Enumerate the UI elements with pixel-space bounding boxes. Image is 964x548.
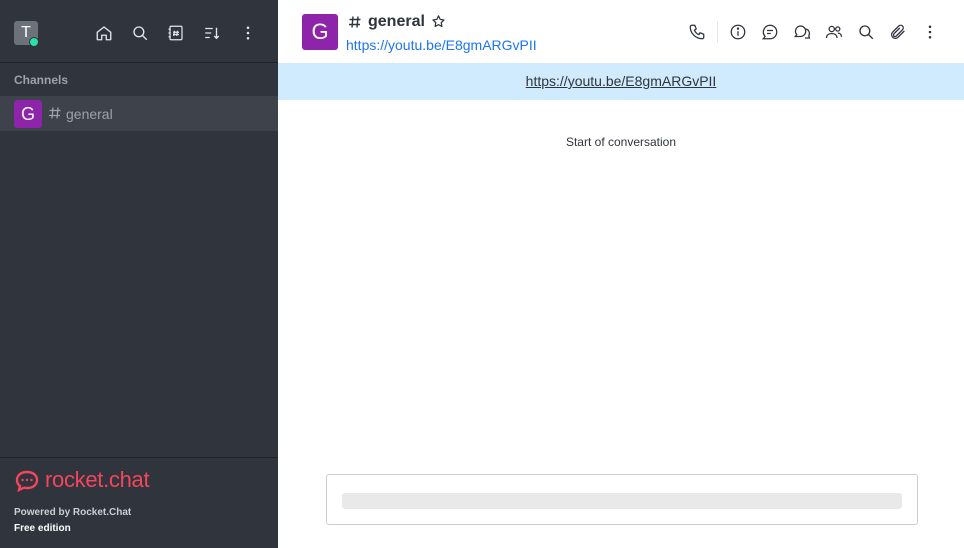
star-favorite-icon[interactable] <box>431 14 446 29</box>
composer-loading-skeleton <box>342 493 902 509</box>
call-icon[interactable] <box>688 23 706 41</box>
edition-text: Free edition <box>14 523 71 534</box>
members-icon[interactable] <box>825 23 843 41</box>
sidebar: T Channels G general rocket.chat Powered… <box>0 0 278 548</box>
attachment-icon[interactable] <box>889 23 907 41</box>
announcement-link[interactable]: https://youtu.be/E8gmARGvPII <box>526 73 717 89</box>
online-status-indicator <box>29 37 39 47</box>
start-of-conversation-text: Start of conversation <box>565 135 677 149</box>
message-composer[interactable] <box>326 474 918 525</box>
powered-by-text: Powered by Rocket.Chat <box>14 507 132 518</box>
room-topic-link[interactable]: https://youtu.be/E8gmARGvPII <box>346 37 537 53</box>
kebab-menu-icon[interactable] <box>921 23 939 41</box>
home-icon[interactable] <box>95 24 113 42</box>
brand-name: rocket.chat <box>45 467 150 492</box>
channels-section-title: Channels <box>14 73 69 87</box>
sidebar-header: T <box>0 0 278 63</box>
room-avatar: G <box>302 14 338 50</box>
announcement-banner[interactable]: https://youtu.be/E8gmARGvPII <box>278 63 964 100</box>
kebab-menu-icon[interactable] <box>239 24 257 42</box>
info-icon[interactable] <box>729 23 747 41</box>
hashtag-icon <box>48 106 62 120</box>
channel-avatar: G <box>14 100 42 128</box>
room-title: general <box>368 13 425 30</box>
header-divider <box>717 21 718 43</box>
rocket-chat-logo-icon <box>14 468 40 494</box>
threads-icon[interactable] <box>761 23 779 41</box>
room-main: G general https://youtu.be/E8gmARGvPII h… <box>278 0 964 548</box>
sidebar-item-general[interactable]: G general <box>0 96 278 131</box>
discussions-icon[interactable] <box>793 23 811 41</box>
search-icon[interactable] <box>131 24 149 42</box>
hashtag-icon <box>348 15 362 29</box>
sort-icon[interactable] <box>203 24 221 42</box>
sidebar-item-label: general <box>66 106 113 122</box>
directory-icon[interactable] <box>167 24 185 42</box>
search-icon[interactable] <box>857 23 875 41</box>
